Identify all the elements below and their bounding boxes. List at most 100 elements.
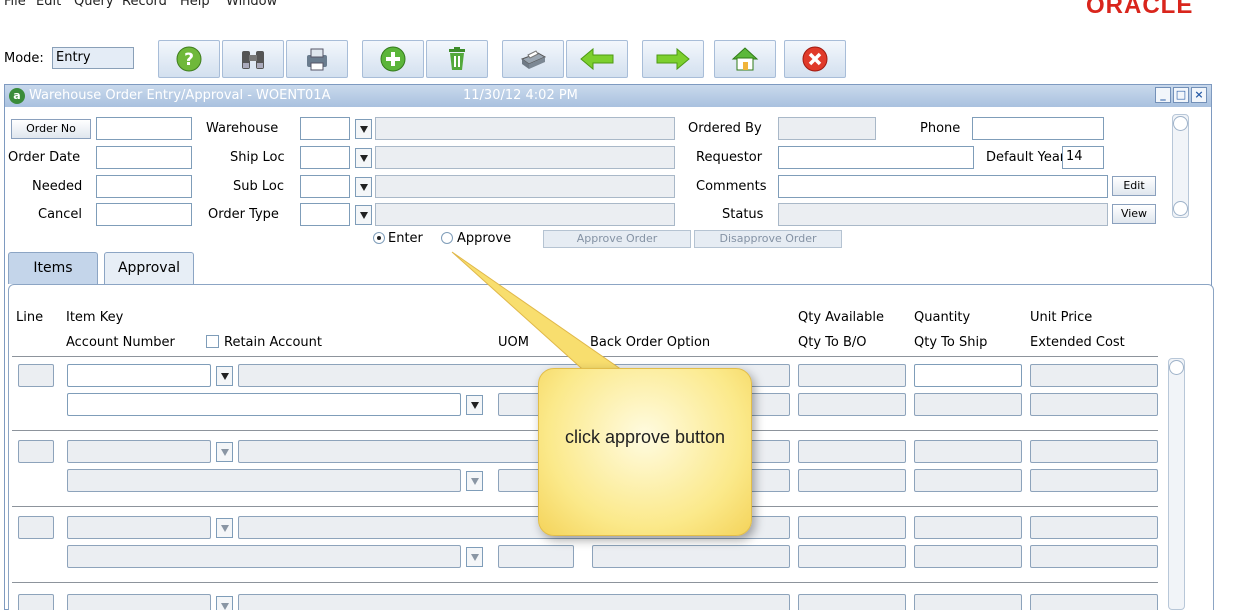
toolbar: Mode: Entry ? — [0, 34, 1244, 80]
header-scrollbar[interactable] — [1172, 114, 1189, 218]
line-field[interactable] — [18, 594, 54, 610]
comments-label: Comments — [696, 179, 767, 194]
order-no-field[interactable] — [96, 117, 192, 140]
mode-label: Mode: — [4, 51, 44, 66]
line-field[interactable] — [18, 440, 54, 463]
comments-field[interactable] — [778, 175, 1108, 198]
menu-query[interactable]: Query — [74, 0, 114, 9]
home-button[interactable] — [714, 40, 776, 78]
sub-loc-desc-field — [375, 175, 675, 198]
sub-loc-field[interactable] — [300, 175, 350, 198]
printer-icon — [520, 50, 547, 69]
phone-label: Phone — [920, 121, 961, 136]
warehouse-desc-field — [375, 117, 675, 140]
view-button[interactable]: View — [1112, 204, 1156, 224]
item-key-dropdown[interactable] — [216, 518, 233, 538]
tab-approval[interactable]: Approval — [104, 252, 194, 284]
svg-text:?: ? — [184, 50, 194, 70]
ship-loc-desc-field — [375, 146, 675, 169]
item-key-field[interactable] — [67, 516, 211, 539]
window-title: Warehouse Order Entry/Approval - WOENT01… — [29, 88, 331, 103]
line-field[interactable] — [18, 364, 54, 387]
forward-arrow-icon — [656, 47, 690, 71]
back-order-option-field[interactable] — [592, 545, 790, 568]
help-button[interactable]: ? — [158, 40, 220, 78]
item-key-dropdown[interactable] — [216, 366, 233, 386]
menu-record[interactable]: Record — [122, 0, 167, 9]
item-key-field[interactable] — [67, 594, 211, 610]
line-field[interactable] — [18, 516, 54, 539]
quantity-field[interactable] — [914, 364, 1022, 387]
quantity-field[interactable] — [914, 594, 1022, 610]
qty-to-ship-field — [914, 545, 1022, 568]
window-close-icon[interactable]: × — [1191, 87, 1207, 103]
default-year-label: Default Year — [986, 150, 1066, 165]
approve-radio[interactable] — [441, 232, 453, 244]
next-button[interactable] — [642, 40, 704, 78]
default-year-field[interactable]: 14 — [1062, 146, 1104, 169]
maximize-icon[interactable]: □ — [1173, 87, 1189, 103]
edit-button[interactable]: Edit — [1112, 176, 1156, 196]
oracle-logo: ORACLE — [1086, 0, 1194, 19]
status-field — [778, 203, 1108, 226]
disapprove-order-button[interactable]: Disapprove Order — [694, 230, 842, 248]
retain-account-checkbox[interactable] — [206, 335, 219, 348]
account-number-field[interactable] — [67, 393, 461, 416]
account-dropdown[interactable] — [466, 547, 483, 567]
requestor-field[interactable] — [778, 146, 974, 169]
account-dropdown[interactable] — [466, 395, 483, 415]
enter-radio[interactable] — [373, 232, 385, 244]
menu-file[interactable]: File — [4, 0, 26, 9]
order-date-field[interactable] — [96, 146, 192, 169]
sub-loc-dropdown[interactable] — [355, 177, 372, 197]
ship-loc-field[interactable] — [300, 146, 350, 169]
ship-loc-dropdown[interactable] — [355, 148, 372, 168]
scroll-down-icon[interactable] — [1173, 201, 1188, 216]
delete-button[interactable] — [426, 40, 488, 78]
quantity-field[interactable] — [914, 516, 1022, 539]
insert-button[interactable] — [362, 40, 424, 78]
order-type-field[interactable] — [300, 203, 350, 226]
find-button[interactable] — [222, 40, 284, 78]
scroll-up-icon[interactable] — [1169, 360, 1184, 375]
qty-available-field — [798, 594, 906, 610]
unit-price-field — [1030, 440, 1158, 463]
previous-button[interactable] — [566, 40, 628, 78]
lines-scrollbar[interactable] — [1168, 358, 1185, 610]
col-qty-available: Qty Available — [798, 310, 884, 325]
item-key-dropdown[interactable] — [216, 596, 233, 610]
item-key-field[interactable] — [67, 440, 211, 463]
mode-field: Entry — [52, 47, 134, 69]
account-dropdown[interactable] — [466, 471, 483, 491]
account-number-field[interactable] — [67, 469, 461, 492]
menu-edit[interactable]: Edit — [36, 0, 61, 9]
order-type-dropdown[interactable] — [355, 205, 372, 225]
print-button[interactable] — [502, 40, 564, 78]
minimize-icon[interactable]: _ — [1155, 87, 1171, 103]
item-key-dropdown[interactable] — [216, 442, 233, 462]
close-icon — [802, 46, 828, 72]
item-key-field[interactable] — [67, 364, 211, 387]
scroll-up-icon[interactable] — [1173, 116, 1188, 131]
cancel-field[interactable] — [96, 203, 192, 226]
needed-field[interactable] — [96, 175, 192, 198]
menu-help[interactable]: Help — [180, 0, 210, 9]
item-desc-field — [238, 594, 790, 610]
save-button[interactable] — [286, 40, 348, 78]
qty-available-field — [798, 516, 906, 539]
ship-loc-label: Ship Loc — [230, 150, 285, 165]
order-no-button[interactable]: Order No — [11, 119, 91, 139]
warehouse-field[interactable] — [300, 117, 350, 140]
warehouse-dropdown[interactable] — [355, 119, 372, 139]
exit-button[interactable] — [784, 40, 846, 78]
phone-field[interactable] — [972, 117, 1104, 140]
order-type-desc-field — [375, 203, 675, 226]
quantity-field[interactable] — [914, 440, 1022, 463]
col-extended-cost: Extended Cost — [1030, 335, 1125, 350]
uom-field — [498, 545, 574, 568]
account-number-field[interactable] — [67, 545, 461, 568]
menu-window[interactable]: Window — [226, 0, 277, 9]
tab-items[interactable]: Items — [8, 252, 98, 284]
sub-loc-label: Sub Loc — [233, 179, 284, 194]
unit-price-field — [1030, 594, 1158, 610]
